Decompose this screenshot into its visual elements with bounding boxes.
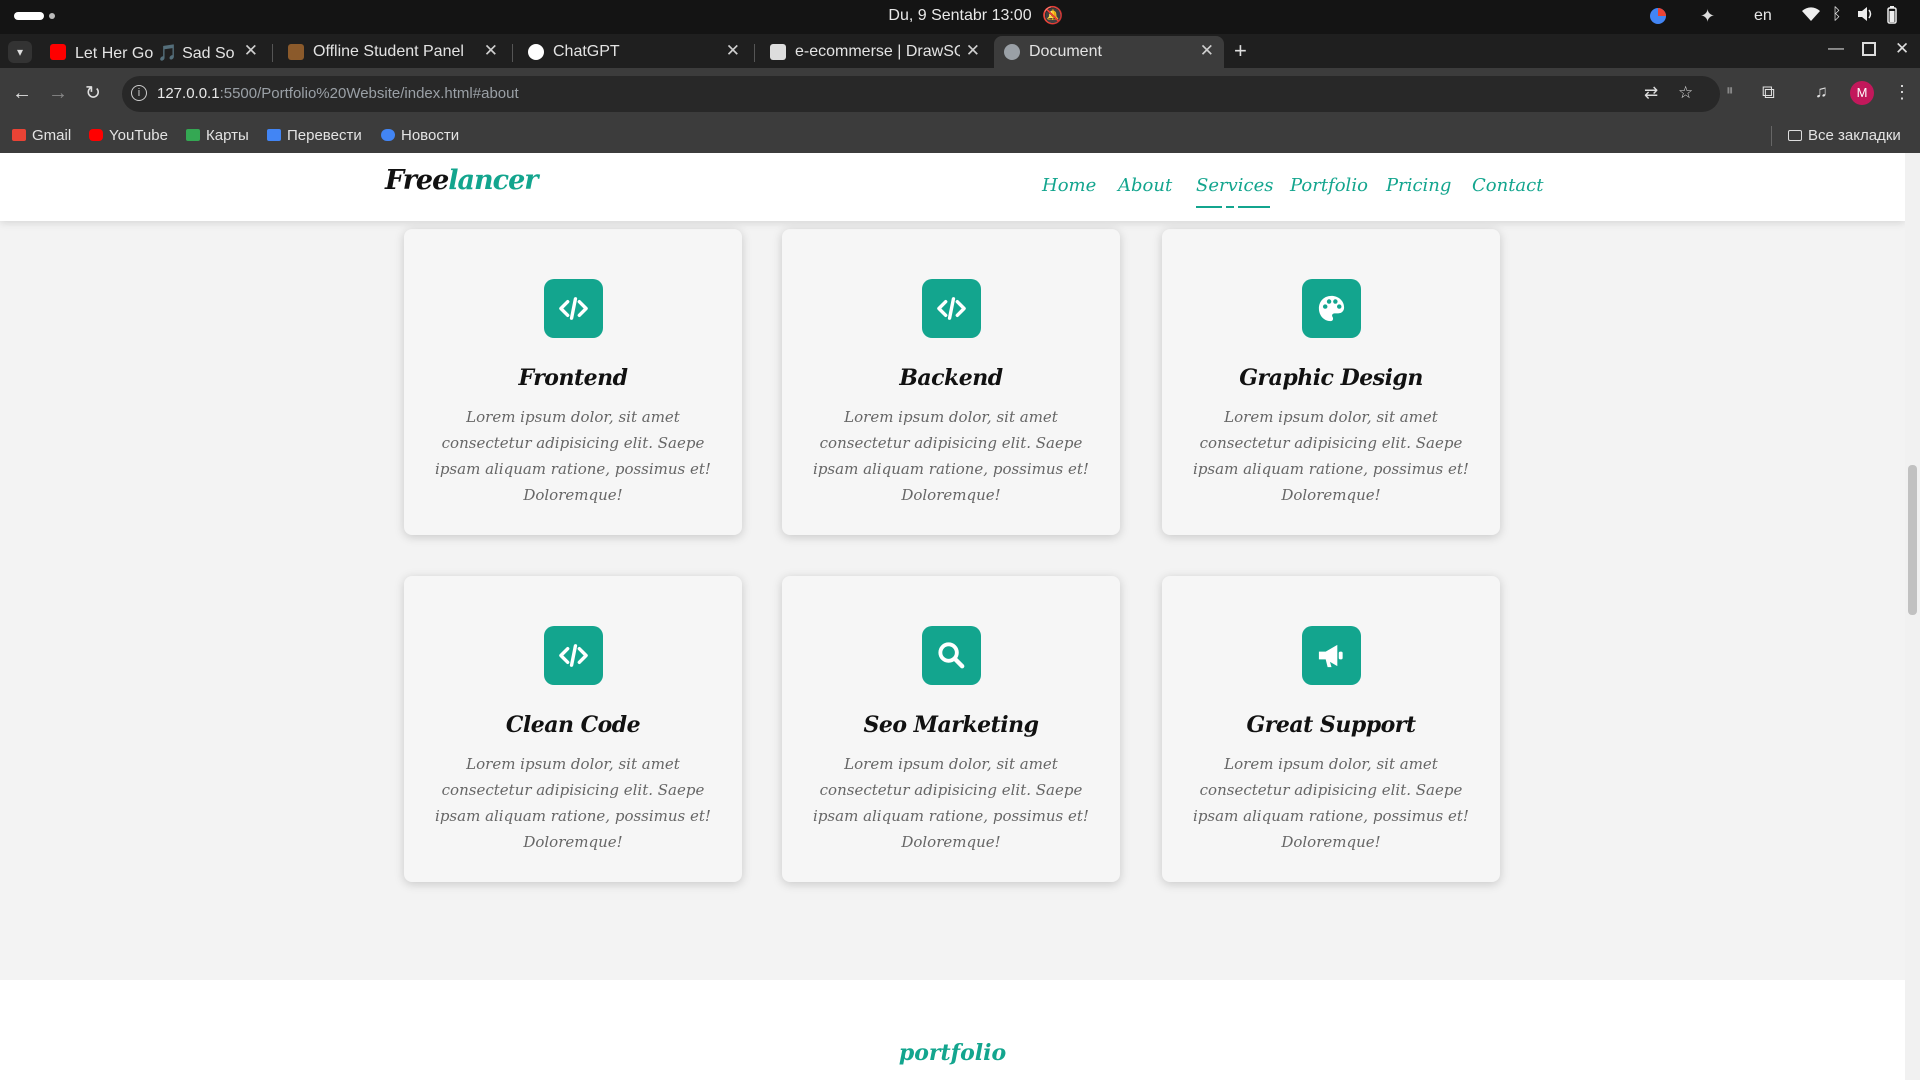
service-title: Backend [899,365,1003,391]
service-description: Lorem ipsum dolor, sit amet consectetur … [435,755,711,851]
system-clock[interactable]: Du, 9 Sentabr 13:00 [0,7,1920,25]
tab-student-panel[interactable]: Offline Student Panel ✕ [278,36,508,68]
nav-contact[interactable]: Contact [1472,175,1543,196]
reload-icon[interactable]: ↻ [85,82,101,105]
student-panel-favicon-icon [288,44,304,60]
megaphone-icon [1302,626,1361,685]
service-card: Great Support Lorem ipsum dolor, sit ame… [1162,576,1500,882]
code-icon [544,279,603,338]
youtube-favicon-icon [50,44,66,60]
nav-portfolio[interactable]: Portfolio [1290,175,1368,196]
service-card: Seo Marketing Lorem ipsum dolor, sit ame… [782,576,1120,882]
tab-search-chevron-icon[interactable]: ▾ [8,41,32,63]
bookmark-gmail[interactable]: Gmail [12,127,71,144]
nav-home[interactable]: Home [1042,175,1096,196]
google-account-icon[interactable] [1648,6,1668,28]
tab-document[interactable]: Document ✕ [994,36,1224,68]
toolbar: ← → ↻ i 127.0.0.1:5500/Portfolio%20Websi… [0,68,1920,120]
service-title: Great Support [1246,712,1416,738]
browser-chrome: Du, 9 Sentabr 13:00 🔕 ✦ en ᛒ ▾ Let Her G… [0,0,1920,153]
new-tab-icon[interactable]: + [1234,38,1247,64]
code-icon [922,279,981,338]
close-tab-icon[interactable]: ✕ [484,41,498,61]
bookmark-news[interactable]: Новости [381,127,459,144]
system-bar: Du, 9 Sentabr 13:00 🔕 ✦ en ᛒ [0,0,1920,34]
drawsql-favicon-icon [770,44,786,60]
service-description: Lorem ipsum dolor, sit amet consectetur … [435,408,711,504]
bookmark-maps[interactable]: Карты [186,127,249,144]
wifi-icon[interactable] [1802,6,1820,28]
page-scrollbar[interactable] [1905,153,1920,1080]
service-description: Lorem ipsum dolor, sit amet consectetur … [1193,755,1469,851]
tab-youtube[interactable]: Let Her Go 🎵 Sad Songs ✕ [40,36,268,68]
bookmarks-bar: Gmail YouTube Карты Перевести Новости Вс… [0,120,1920,153]
close-tab-icon[interactable]: ✕ [726,41,740,61]
close-tab-icon[interactable]: ✕ [244,41,258,61]
bluetooth-icon[interactable]: ᛒ [1832,6,1842,28]
notifications-muted-icon[interactable]: 🔕 [1042,6,1063,26]
chatgpt-favicon-icon [528,44,544,60]
service-description: Lorem ipsum dolor, sit amet consectetur … [813,755,1089,851]
close-tab-icon[interactable]: ✕ [1200,41,1214,61]
gmail-icon [12,129,26,141]
close-window-icon[interactable]: ✕ [1895,39,1909,59]
media-icon[interactable]: ⏸ [1726,82,1734,99]
service-description: Lorem ipsum dolor, sit amet consectetur … [1193,408,1469,504]
media-controls-icon[interactable]: ♫ [1815,82,1828,102]
nav-about[interactable]: About [1118,175,1172,196]
service-card: Clean Code Lorem ipsum dolor, sit amet c… [404,576,742,882]
menu-kebab-icon[interactable]: ⋮ [1893,82,1911,103]
nav-pricing[interactable]: Pricing [1386,175,1451,196]
profile-avatar[interactable]: M [1850,81,1874,105]
service-title: Graphic Design [1239,365,1423,391]
battery-icon[interactable] [1887,6,1897,28]
service-title: Frontend [518,365,628,391]
language-indicator[interactable]: en [1754,7,1772,29]
search-icon [922,626,981,685]
minimize-window-icon[interactable]: — [1828,40,1844,58]
back-arrow-icon[interactable]: ← [12,82,32,105]
url-text[interactable]: 127.0.0.1:5500/Portfolio%20Website/index… [157,85,519,102]
forward-arrow-icon[interactable]: → [48,82,68,105]
bookmark-translate[interactable]: Перевести [267,127,362,144]
tab-chatgpt[interactable]: ChatGPT ✕ [518,36,750,68]
portfolio-section: portfolio [0,980,1905,1080]
news-icon [381,129,395,141]
translate-icon [267,129,281,141]
service-card: Frontend Lorem ipsum dolor, sit amet con… [404,229,742,535]
accessibility-icon[interactable]: ✦ [1700,6,1715,28]
translate-icon[interactable]: ⇄ [1644,83,1658,103]
all-bookmarks-folder[interactable]: Все закладки [1788,127,1901,144]
nav-services[interactable]: Services [1196,175,1273,208]
service-title: Seo Marketing [863,712,1039,738]
service-card: Graphic Design Lorem ipsum dolor, sit am… [1162,229,1500,535]
web-page: Freelancer Home About Services Portfolio… [0,153,1905,1080]
folder-icon [1788,130,1802,141]
bookmark-youtube[interactable]: YouTube [89,127,168,144]
site-info-icon[interactable]: i [131,85,147,101]
bookmark-star-icon[interactable]: ☆ [1678,83,1693,103]
site-logo[interactable]: Freelancer [385,165,539,196]
youtube-icon [89,129,103,141]
maximize-window-icon[interactable] [1862,42,1876,56]
scrollbar-thumb[interactable] [1908,465,1917,615]
palette-icon [1302,279,1361,338]
service-title: Clean Code [505,712,641,738]
close-tab-icon[interactable]: ✕ [966,41,980,61]
service-card: Backend Lorem ipsum dolor, sit amet cons… [782,229,1120,535]
extensions-icon[interactable]: ⧉ [1762,82,1775,103]
tab-drawsql[interactable]: e-ecommerse | DrawSQL ✕ [760,36,990,68]
volume-icon[interactable] [1857,6,1875,28]
service-description: Lorem ipsum dolor, sit amet consectetur … [813,408,1089,504]
site-header: Freelancer Home About Services Portfolio… [0,153,1905,221]
code-icon [544,626,603,685]
portfolio-section-title: portfolio [898,1040,1007,1066]
address-bar[interactable]: i 127.0.0.1:5500/Portfolio%20Website/ind… [122,76,1720,112]
globe-favicon-icon [1004,44,1020,60]
tab-strip: ▾ Let Her Go 🎵 Sad Songs ✕ Offline Stude… [0,34,1920,68]
maps-icon [186,129,200,141]
